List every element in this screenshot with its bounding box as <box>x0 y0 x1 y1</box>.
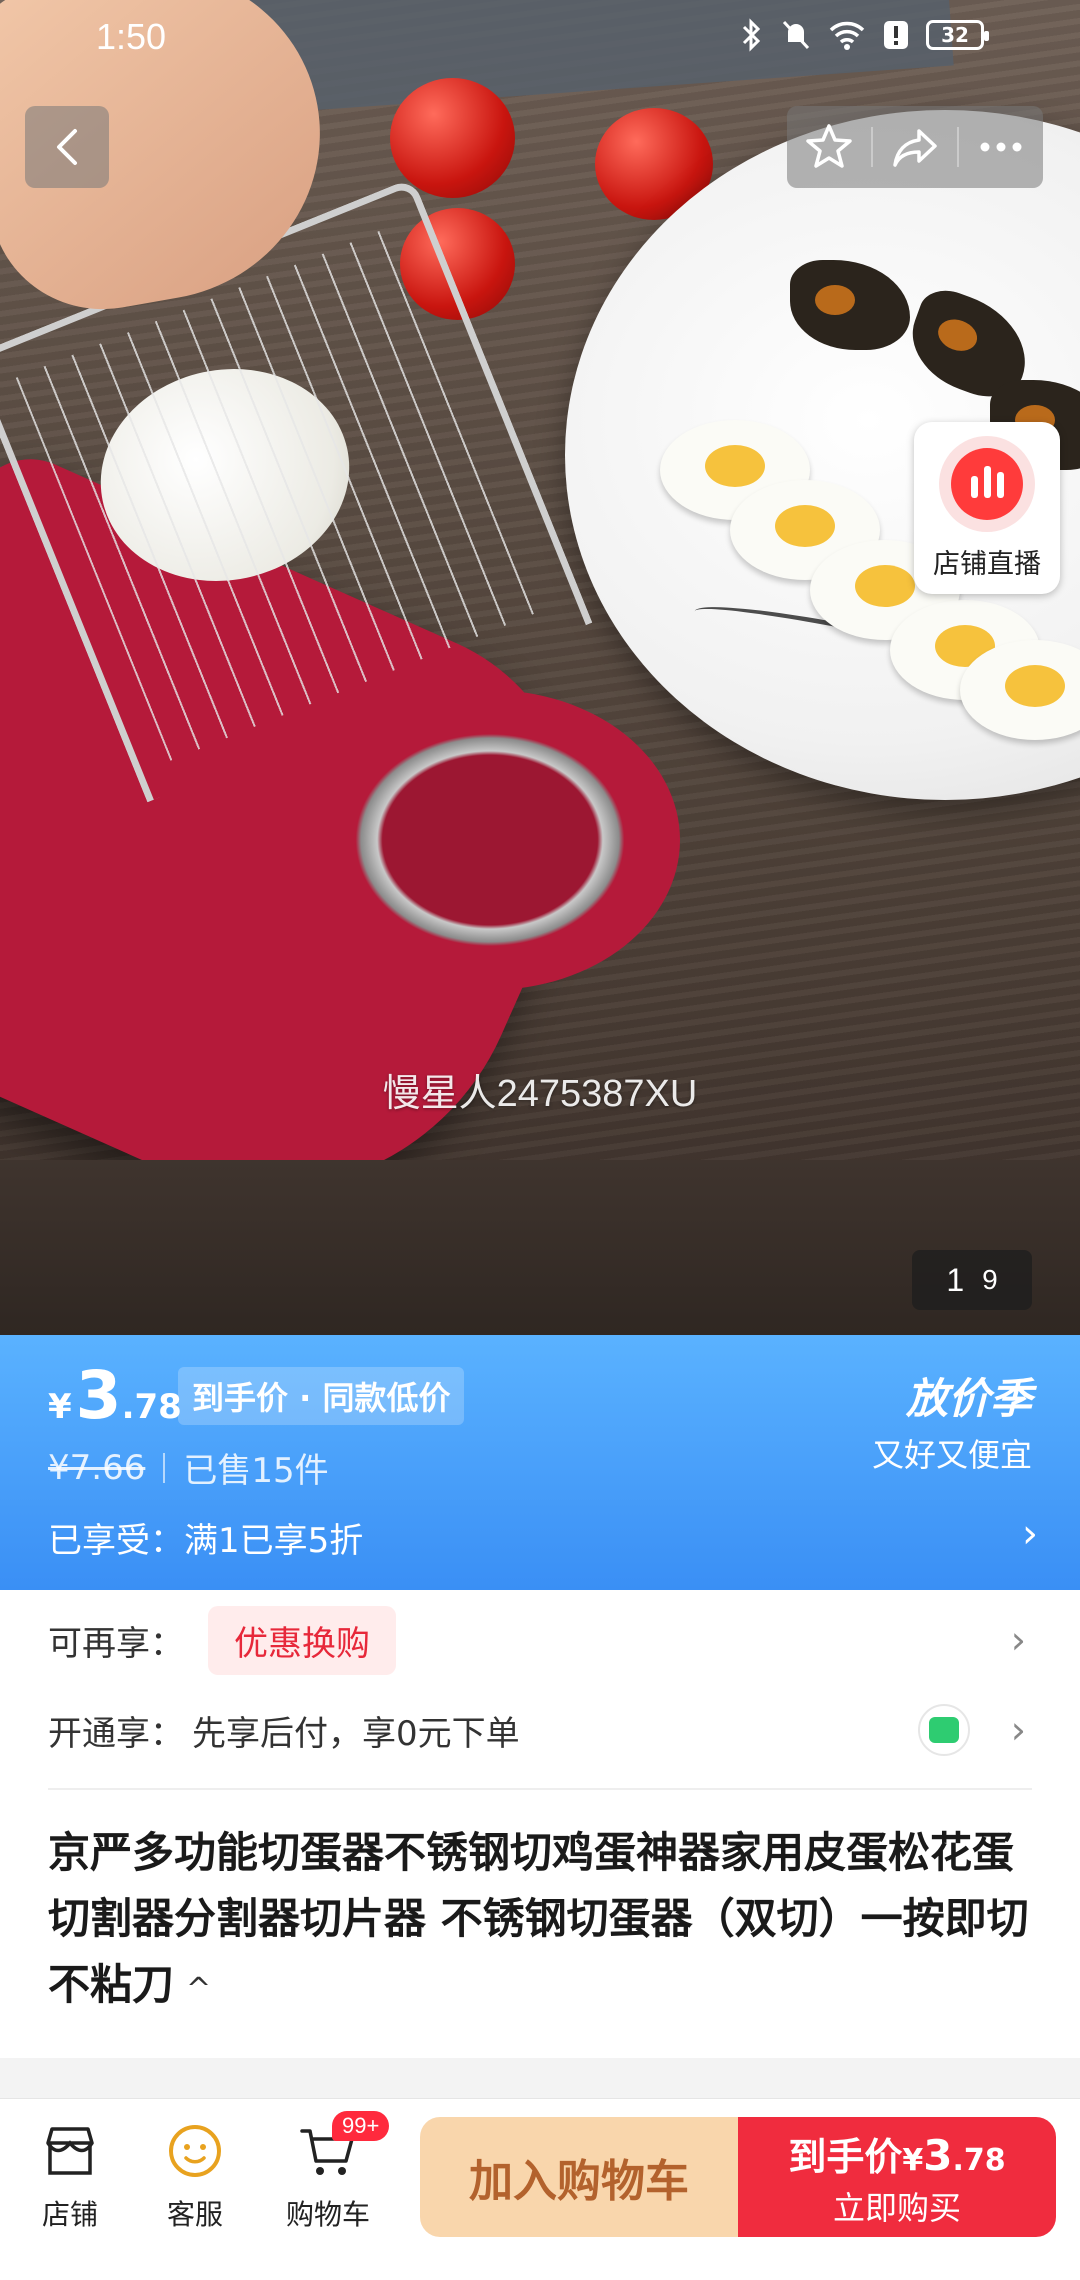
store-icon <box>38 2119 102 2183</box>
price-banner: ¥ 3 .78 到手价 · 同款低价 ¥7.66 已售15件 已享受：满1已享5… <box>0 1335 1080 1590</box>
top-action-group <box>787 106 1043 188</box>
final-price: ¥ 3 .78 <box>48 1357 182 1434</box>
image-page-counter: 1 9 <box>912 1250 1032 1310</box>
wifi-icon <box>829 21 865 50</box>
season-subtitle: 又好又便宜 <box>871 1436 1032 1474</box>
image-watermark: 慢星人2475387XU <box>382 1073 698 1115</box>
clock: 1:50 <box>96 16 167 57</box>
buy-price-decimal: .78 <box>952 2142 1006 2178</box>
bluetooth-icon <box>742 18 761 52</box>
egg-slicer-cup <box>300 690 680 990</box>
buy-price-integer: 3 <box>923 2130 953 2180</box>
chevron-up-icon[interactable]: ^ <box>186 1972 211 2007</box>
status-icons: 32 <box>738 18 989 52</box>
cart-button[interactable]: 99+ 购物车 <box>268 2111 390 2233</box>
product-title[interactable]: 京严多功能切蛋器不锈钢切鸡蛋神器家用皮蛋松花蛋切割器分割器切片器 不锈钢切蛋器（… <box>48 1820 1038 2023</box>
divider <box>48 1788 1032 1790</box>
tomato <box>390 78 515 198</box>
current-page: 1 <box>946 1261 965 1298</box>
buy-now-label: 立即购买 <box>832 2188 961 2227</box>
original-price: ¥7.66 <box>48 1447 146 1488</box>
original-price-row: ¥7.66 已售15件 <box>48 1443 329 1492</box>
cart-icon: 99+ <box>296 2111 390 2183</box>
price-decimal: .78 <box>121 1387 182 1427</box>
store-label: 店铺 <box>41 2198 98 2231</box>
battery-icon: 32 <box>926 20 989 50</box>
product-image[interactable]: 慢星人2475387XU <box>0 0 1080 1335</box>
battery-level: 32 <box>941 23 969 47</box>
currency-symbol: ¥ <box>48 1387 72 1427</box>
buy-now-button[interactable]: 到手价 ¥ 3 .78 立即购买 <box>738 2117 1056 2237</box>
pay-later-row[interactable]: 开通享： 先享后付，享0元下单 › <box>48 1690 1032 1770</box>
status-bar: 1:50 32 <box>0 0 1080 76</box>
pay-later-label: 开通享： <box>48 1713 184 1754</box>
alert-icon <box>884 21 908 49</box>
bell-muted-icon <box>782 20 810 50</box>
price-tag: 到手价 · 同款低价 <box>178 1367 465 1425</box>
divider <box>957 127 959 167</box>
store-live-button[interactable]: 店铺直播 <box>914 422 1060 594</box>
chevron-left-icon <box>57 129 77 165</box>
wallet-icon <box>918 1704 970 1756</box>
extra-offer-label: 可再享： <box>48 1623 184 1664</box>
buy-currency: ¥ <box>902 2142 924 2178</box>
buy-price-prefix: 到手价 <box>788 2134 903 2179</box>
bottom-action-bar: 店铺 客服 99+ 购物车 加入购物车 到手价 ¥ 3 .78 立即购买 <box>0 2098 1080 2280</box>
chevron-right-icon: › <box>1010 1708 1026 1752</box>
cart-count-badge: 99+ <box>332 2111 390 2141</box>
star-icon[interactable] <box>803 121 855 173</box>
sold-count: 已售15件 <box>183 1451 329 1491</box>
store-button[interactable]: 店铺 <box>10 2119 130 2233</box>
divider <box>163 1452 166 1483</box>
extra-offer-row[interactable]: 可再享： 优惠换购 › <box>48 1600 1032 1680</box>
season-title: 放价季 <box>905 1374 1032 1423</box>
price-integer: 3 <box>75 1357 122 1434</box>
total-pages: 9 <box>982 1264 998 1295</box>
trade-in-chip[interactable]: 优惠换购 <box>208 1605 396 1675</box>
pay-later-text: 先享后付，享0元下单 <box>192 1713 520 1754</box>
cart-label: 购物车 <box>285 2198 370 2231</box>
divider <box>871 127 873 167</box>
chevron-right-icon[interactable]: › <box>1022 1511 1038 1557</box>
back-button[interactable] <box>25 106 109 188</box>
promo-applied[interactable]: 已享受：满1已享5折 <box>48 1513 363 1562</box>
share-icon[interactable] <box>889 121 941 173</box>
store-live-label: 店铺直播 <box>933 548 1041 580</box>
customer-service-label: 客服 <box>166 2198 223 2231</box>
more-icon[interactable] <box>975 121 1027 173</box>
customer-service-icon <box>163 2119 227 2183</box>
buy-price-line: 到手价 ¥ 3 .78 <box>788 2126 1005 2181</box>
customer-service-button[interactable]: 客服 <box>135 2119 255 2233</box>
season-campaign: 放价季 又好又便宜 <box>872 1365 1032 1476</box>
live-icon <box>939 435 1035 532</box>
chevron-right-icon: › <box>1010 1618 1026 1662</box>
add-to-cart-button[interactable]: 加入购物车 <box>420 2117 738 2237</box>
